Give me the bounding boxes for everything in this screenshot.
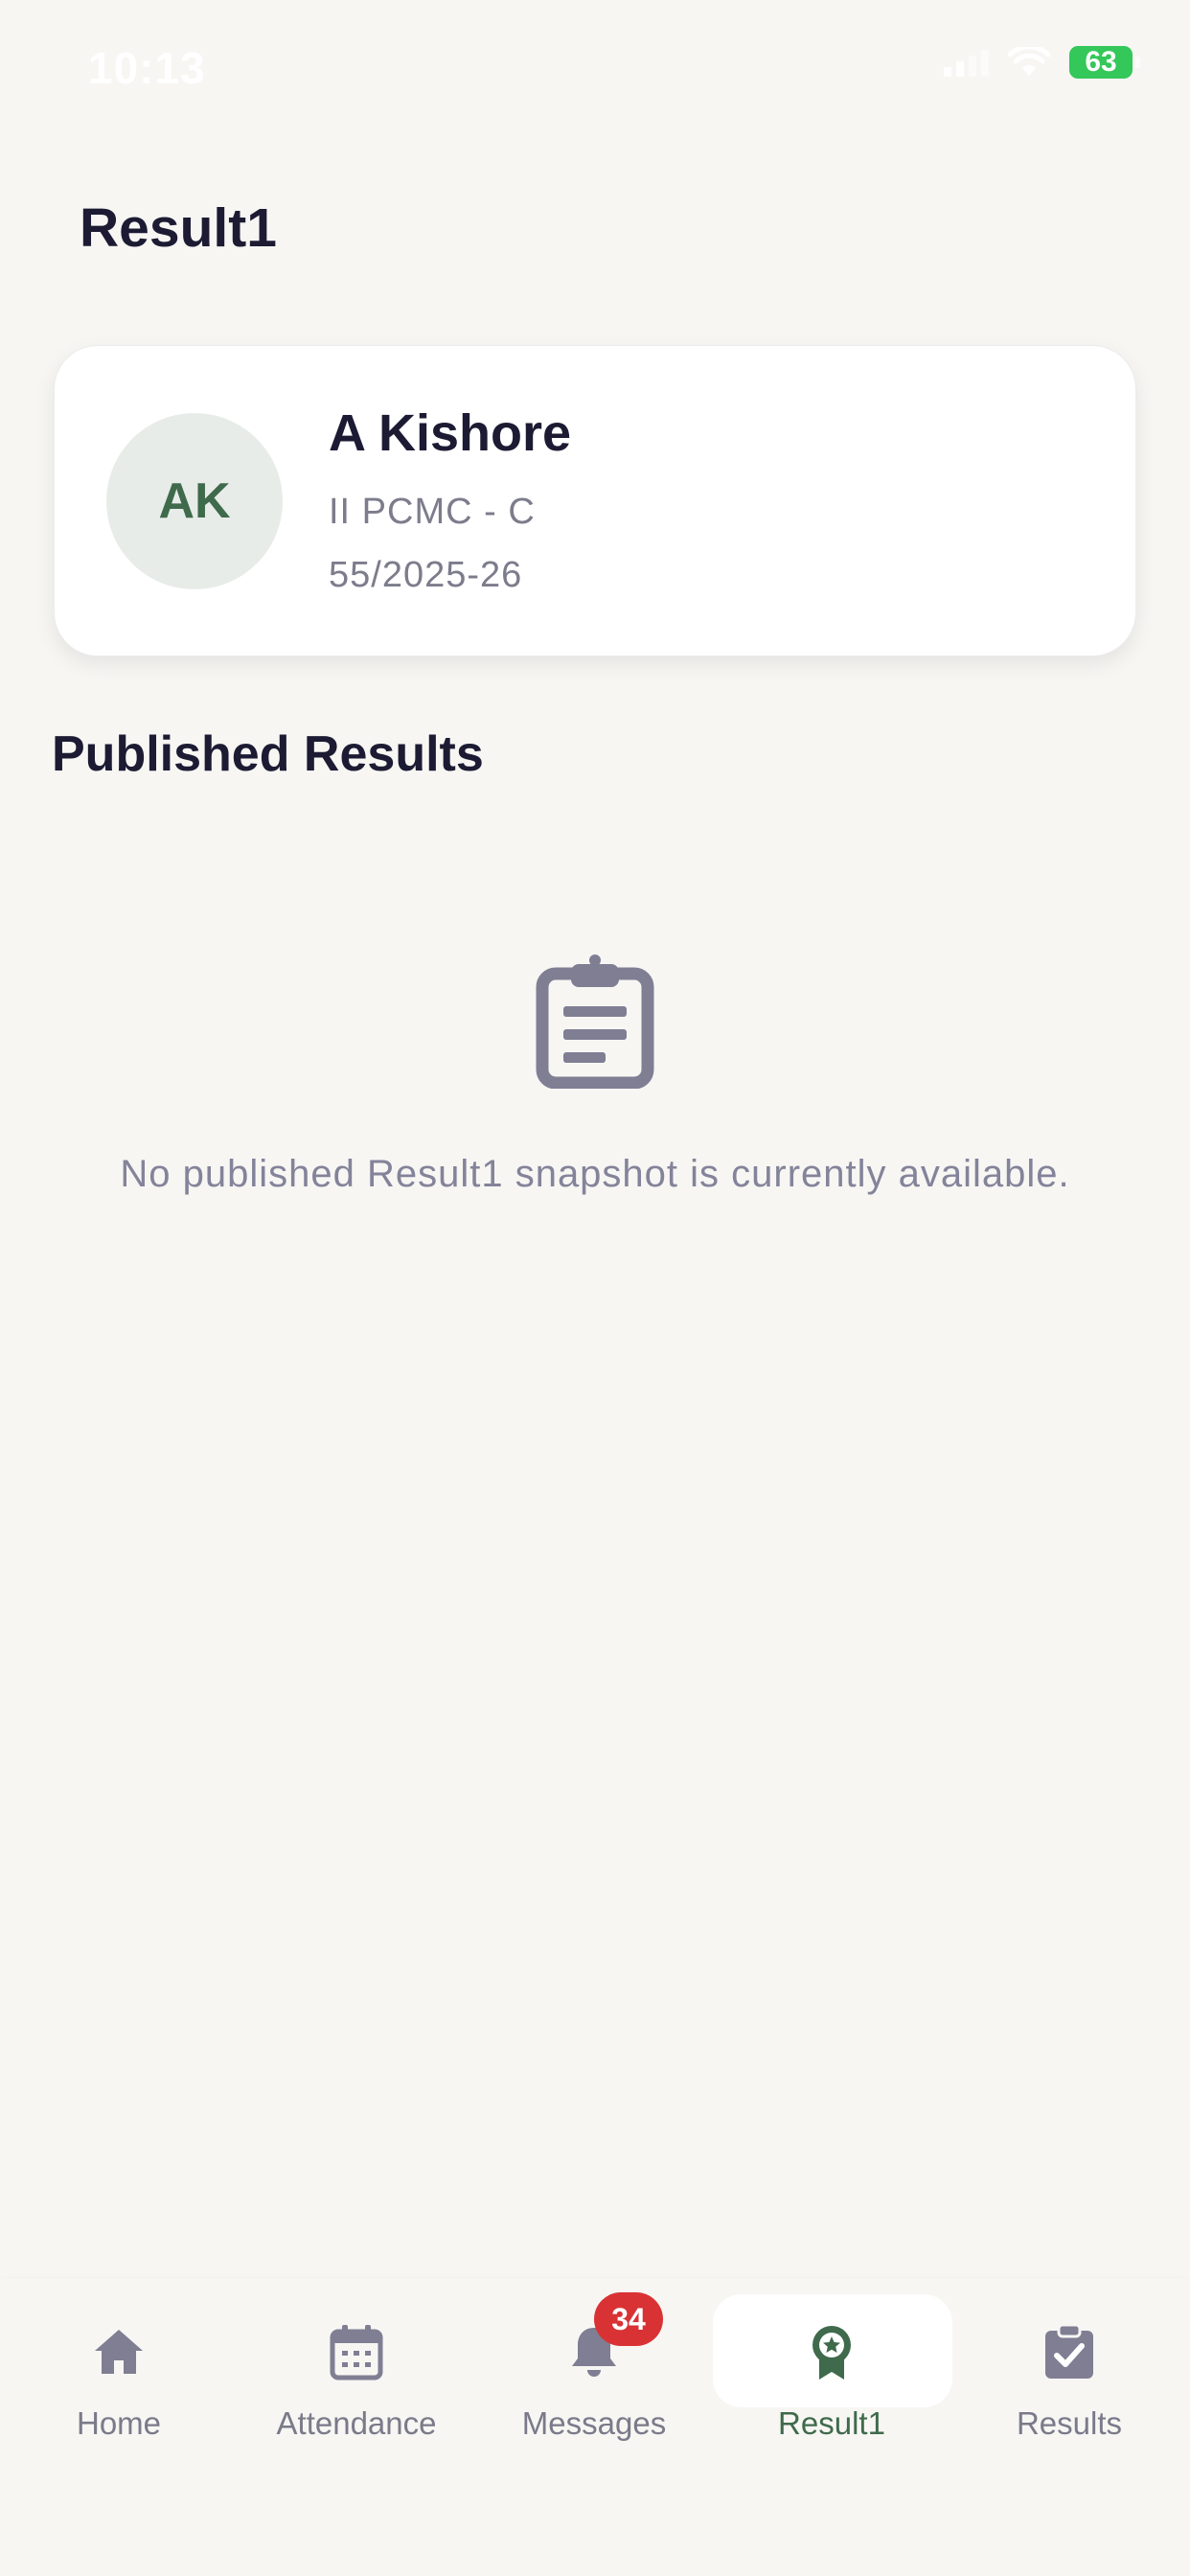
student-roll: 55/2025-26: [329, 555, 523, 595]
page-title: Result1: [80, 197, 277, 259]
status-bar: 10:13 63: [0, 0, 1190, 144]
student-name: A Kishore: [329, 404, 572, 462]
nav-label-results: Results: [1016, 2405, 1123, 2441]
nav-item-home[interactable]: Home: [0, 2292, 238, 2465]
status-time: 10:13: [88, 43, 206, 93]
empty-state-message: No published Result1 snapshot is current…: [120, 1153, 1070, 1195]
clipboard-check-icon: [1041, 2323, 1098, 2380]
section-title: Published Results: [52, 726, 484, 782]
messages-badge: 34: [594, 2292, 663, 2346]
nav-item-result1[interactable]: Result1: [713, 2292, 950, 2465]
avatar: AK: [106, 413, 283, 589]
nav-item-results[interactable]: Results: [950, 2292, 1188, 2465]
screen: 10:13 63 Result1 AK A Kishore II PCMC - …: [0, 0, 1190, 2576]
nav-item-attendance[interactable]: Attendance: [238, 2292, 475, 2465]
status-indicators: 63: [944, 46, 1140, 79]
home-indicator-area: [0, 2476, 1190, 2576]
battery-indicator: 63: [1069, 46, 1140, 79]
clipboard-icon: [535, 954, 655, 1090]
student-card: AK A Kishore II PCMC - C 55/2025-26: [54, 345, 1136, 656]
award-icon: [803, 2323, 860, 2380]
calendar-icon: [328, 2323, 385, 2380]
wifi-icon: [1008, 47, 1050, 78]
nav-label-attendance: Attendance: [276, 2405, 437, 2441]
student-class: II PCMC - C: [329, 492, 536, 532]
nav-label-messages: Messages: [521, 2405, 667, 2441]
home-icon: [90, 2323, 148, 2380]
cellular-signal-icon: [944, 48, 989, 77]
nav-label-home: Home: [76, 2405, 162, 2441]
nav-label-result1: Result1: [778, 2405, 885, 2441]
